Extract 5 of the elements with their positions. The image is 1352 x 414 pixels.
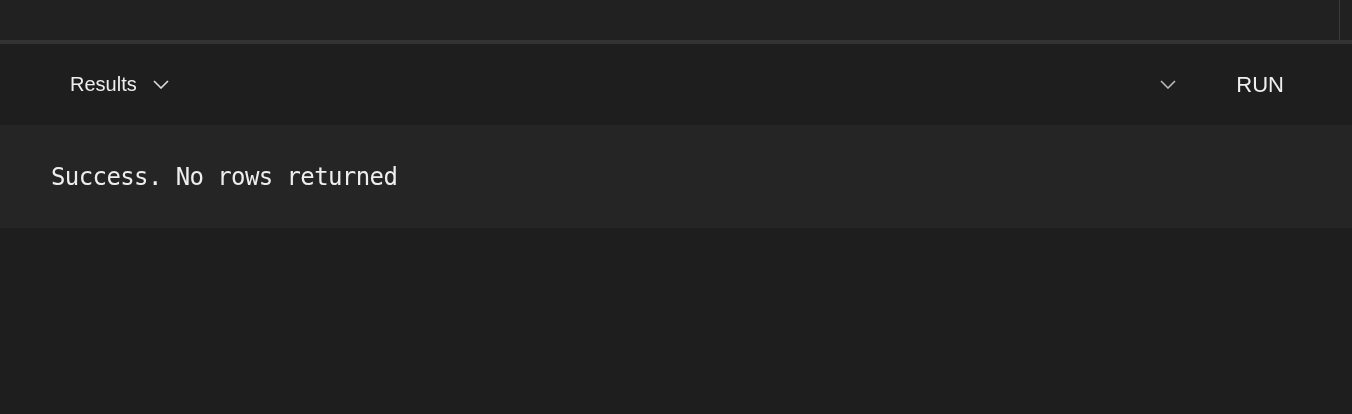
result-message: Success. No rows returned bbox=[51, 162, 398, 191]
results-dropdown[interactable]: Results bbox=[60, 69, 179, 100]
run-button[interactable]: RUN bbox=[1226, 67, 1308, 102]
caret-icon bbox=[152, 80, 169, 89]
caret-icon[interactable] bbox=[1160, 80, 1177, 89]
